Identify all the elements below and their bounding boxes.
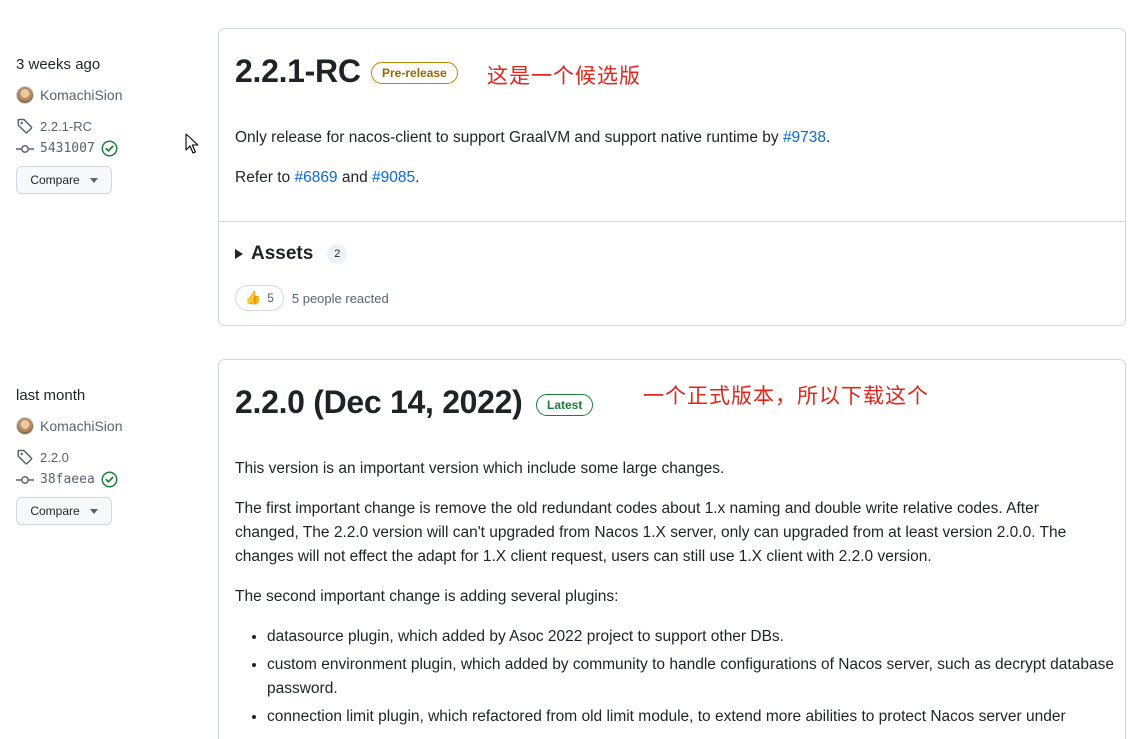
compare-label: Compare [30,173,80,187]
triangle-right-icon [235,249,243,259]
plugin-list: datasource plugin, which added by Asoc 2… [235,625,1133,733]
reaction-summary: 5 people reacted [291,290,389,306]
list-item: custom environment plugin, which added b… [267,653,1133,701]
annotation-stable-note: 一个正式版本，所以下载这个 [643,384,929,408]
author-avatar[interactable] [16,417,34,435]
pr-link-9738[interactable]: #9738 [783,129,826,146]
tag-icon [17,118,33,134]
annotation-candidate-note: 这是一个候选版 [487,64,641,88]
compare-label: Compare [30,504,80,518]
author-name[interactable]: KomachiSion [40,87,123,103]
release-tag-link[interactable]: 2.2.1-RC [16,117,92,135]
tag-name[interactable]: 2.2.1-RC [40,119,92,134]
release-author[interactable]: KomachiSion [16,86,123,104]
latest-badge: Latest [536,394,594,416]
notes-text: Only release for nacos-client to support… [235,129,783,146]
git-commit-icon [16,475,34,484]
issue-link-9085[interactable]: #9085 [372,169,415,186]
release-notes-paragraph: Only release for nacos-client to support… [235,126,1095,150]
reactions-row: 👍 5 5 people reacted [235,285,389,311]
release-notes-paragraph: The second important change is adding se… [235,588,619,605]
notes-text: . [826,129,831,146]
tag-name[interactable]: 2.2.0 [40,450,69,465]
prerelease-badge: Pre-release [371,62,458,84]
compare-button[interactable]: Compare [16,497,112,525]
release-card-2-2-1-rc: 2.2.1-RC Pre-release 这是一个候选版 Only releas… [218,28,1126,326]
release-date: 3 weeks ago [16,56,101,73]
issue-link-6869[interactable]: #6869 [294,169,337,186]
release-card-2-2-0: 2.2.0 (Dec 14, 2022) Latest 一个正式版本，所以下载这… [218,359,1126,739]
assets-count: 2 [327,244,348,264]
tag-icon [17,449,33,465]
assets-heading: Assets [251,243,314,264]
release-author[interactable]: KomachiSion [16,417,123,435]
release-commit-link[interactable]: 5431007 [16,140,118,157]
list-item: datasource plugin, which added by Asoc 2… [267,625,1133,649]
reaction-count: 5 [267,291,274,305]
commit-sha[interactable]: 5431007 [40,141,95,156]
author-name[interactable]: KomachiSion [40,418,123,434]
release-commit-link[interactable]: 38faeea [16,471,118,488]
release-notes-paragraph: This version is an important version whi… [235,460,725,477]
triangle-down-icon [89,177,98,183]
compare-button[interactable]: Compare [16,166,112,194]
release-notes-paragraph: Refer to #6869 and #9085. [235,166,1095,190]
release-tag-link[interactable]: 2.2.0 [16,448,69,466]
thumbs-up-reaction-button[interactable]: 👍 5 [235,285,284,311]
release-title[interactable]: 2.2.1-RC [235,53,361,90]
list-item: connection limit plugin, which refactore… [267,705,1133,729]
notes-text: and [337,169,373,186]
card-divider [219,221,1125,222]
git-commit-icon [16,144,34,153]
notes-text: Refer to [235,169,295,186]
thumbs-up-emoji: 👍 [245,290,262,305]
verified-check-icon[interactable] [101,140,118,157]
mouse-pointer-icon [185,133,199,154]
triangle-down-icon [89,508,98,514]
author-avatar[interactable] [16,86,34,104]
release-notes-paragraph: The first important change is remove the… [235,500,1067,565]
commit-sha[interactable]: 38faeea [40,472,95,487]
release-title[interactable]: 2.2.0 (Dec 14, 2022) [235,384,523,421]
verified-check-icon[interactable] [101,471,118,488]
assets-toggle[interactable]: Assets 2 [235,243,348,265]
release-date: last month [16,387,86,404]
notes-text: . [415,169,420,186]
